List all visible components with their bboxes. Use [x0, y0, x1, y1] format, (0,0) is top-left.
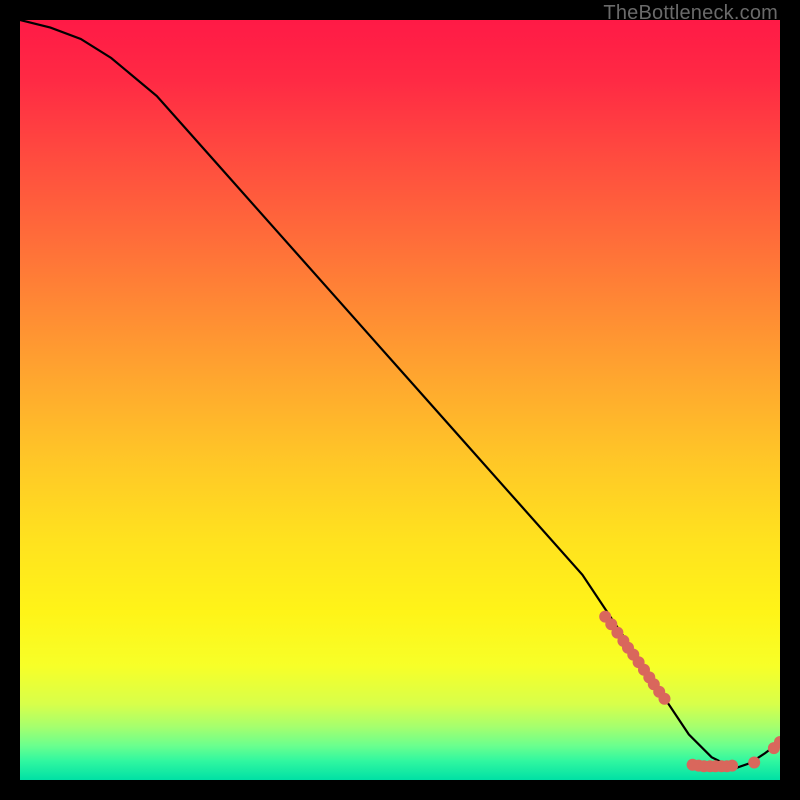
- bottleneck-curve: [20, 20, 780, 769]
- chart-root: TheBottleneck.com: [0, 0, 800, 800]
- data-markers: [599, 611, 780, 773]
- data-marker: [726, 760, 738, 772]
- data-marker: [659, 693, 671, 705]
- data-marker: [748, 757, 760, 769]
- plot-area: [20, 20, 780, 780]
- chart-svg: [20, 20, 780, 780]
